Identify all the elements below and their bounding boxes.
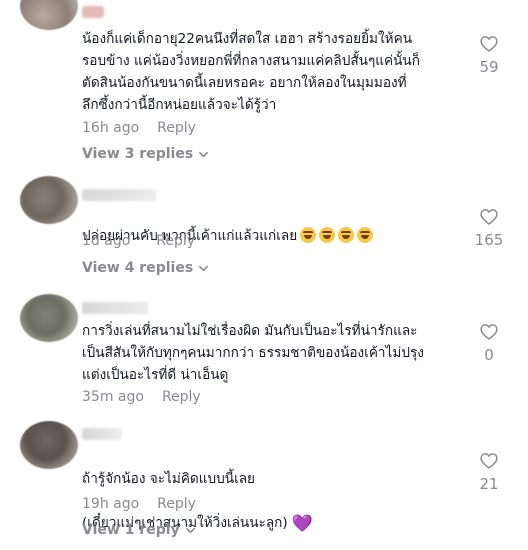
username[interactable]	[82, 302, 148, 314]
username[interactable]	[82, 428, 122, 440]
heart-outline-icon	[480, 36, 498, 52]
avatar[interactable]	[20, 176, 78, 224]
timestamp: 35m ago	[82, 389, 144, 405]
like-count: 21	[479, 475, 499, 493]
timestamp: 19h ago	[82, 496, 140, 512]
like-count: 59	[479, 58, 499, 76]
avatar[interactable]	[20, 421, 78, 469]
username[interactable]	[82, 6, 104, 18]
comment-meta: 19h ago Reply	[82, 496, 196, 512]
avatar[interactable]	[20, 294, 78, 342]
timestamp: 1d ago	[82, 233, 131, 249]
reply-button[interactable]: Reply	[156, 233, 195, 249]
comment-text-line: ถ้ารู้จักน้อง จะไม่คิดแบบนี้เลย	[82, 471, 256, 487]
comment-meta: 16h ago Reply	[82, 120, 196, 136]
purple-heart-emoji: 💜	[291, 514, 313, 534]
like-count: 0	[484, 346, 494, 364]
comment-text: การวิ่งเล่นที่สนามไม่ใช่เรื่องผิด มันกับ…	[82, 323, 424, 383]
view-replies-button[interactable]: View 1 reply	[82, 522, 196, 538]
avatar[interactable]	[20, 0, 78, 30]
view-replies-label: View 1 reply	[82, 522, 180, 538]
like-button[interactable]: 59	[467, 34, 511, 76]
grinning-sweat-emoji	[338, 227, 355, 243]
chevron-down-icon	[185, 527, 195, 533]
reply-button[interactable]: Reply	[157, 120, 196, 136]
like-count: 165	[474, 231, 504, 249]
timestamp: 16h ago	[82, 120, 140, 136]
view-replies-label: View 3 replies	[82, 146, 194, 162]
heart-outline-icon	[480, 209, 498, 225]
view-replies-label: View 4 replies	[82, 260, 194, 276]
username[interactable]	[82, 189, 156, 201]
chevron-down-icon	[199, 151, 209, 157]
like-button[interactable]: 21	[467, 451, 511, 493]
comment-meta: 1d ago Reply	[82, 233, 195, 249]
reply-button[interactable]: Reply	[157, 496, 196, 512]
comment-meta: 35m ago Reply	[82, 389, 201, 405]
heart-outline-icon	[480, 453, 498, 469]
chevron-down-icon	[199, 265, 209, 271]
view-replies-button[interactable]: View 3 replies	[82, 146, 209, 162]
like-button[interactable]: 0	[467, 322, 511, 364]
heart-outline-icon	[480, 324, 498, 340]
grinning-sweat-emoji	[319, 227, 336, 243]
like-button[interactable]: 165	[467, 207, 511, 249]
reply-button[interactable]: Reply	[162, 389, 201, 405]
grinning-sweat-emoji	[300, 227, 317, 243]
grinning-sweat-emoji	[357, 227, 374, 243]
view-replies-button[interactable]: View 4 replies	[82, 260, 209, 276]
comment-text: น้องก็แค่เด็กอายุ22คนนึงที่สดใส เฮฮา สร้…	[82, 31, 420, 113]
